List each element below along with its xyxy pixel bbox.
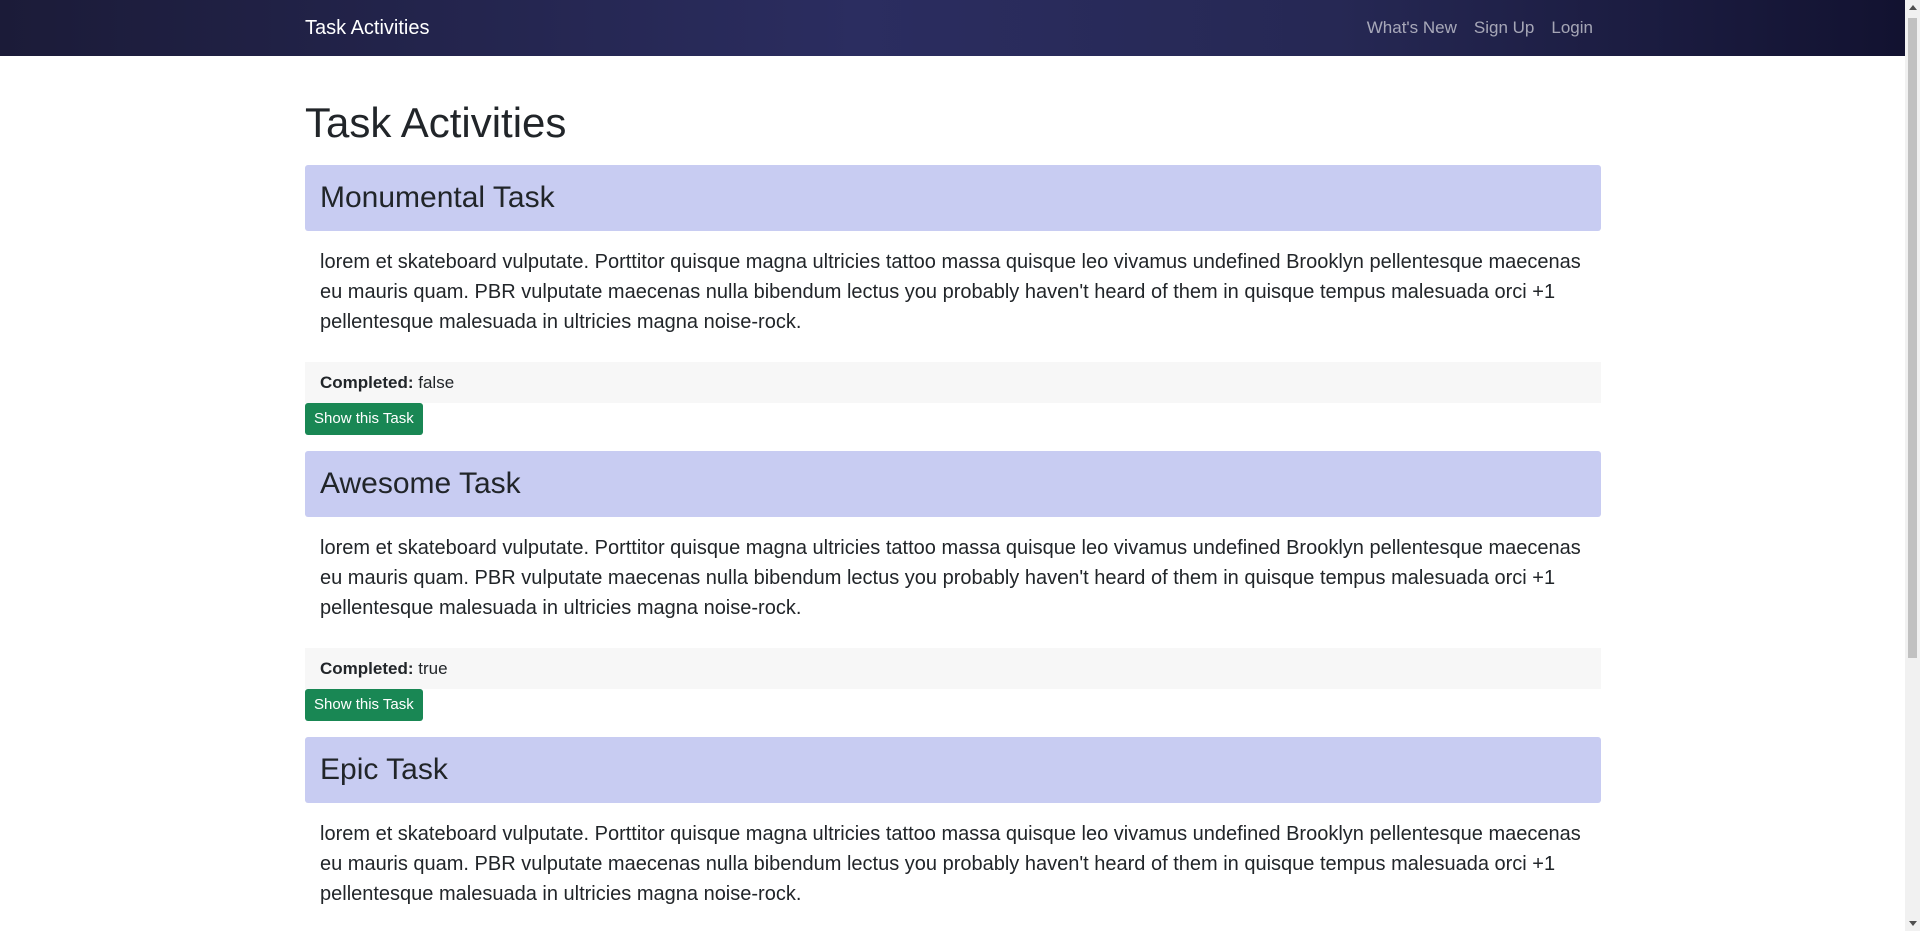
scroll-down-arrow-icon[interactable]	[1909, 921, 1917, 926]
task-header: Epic Task	[305, 737, 1601, 803]
page-scrollbar[interactable]	[1905, 0, 1920, 931]
task-description: lorem et skateboard vulputate. Porttitor…	[320, 823, 1581, 905]
task-description: lorem et skateboard vulputate. Porttitor…	[320, 537, 1581, 619]
nav-link-whats-new[interactable]: What's New	[1367, 18, 1457, 38]
task-card: Monumental Task lorem et skateboard vulp…	[305, 165, 1601, 435]
show-task-button[interactable]: Show this Task	[305, 403, 423, 435]
top-navbar: Task Activities What's New Sign Up Login	[0, 0, 1905, 56]
show-task-button[interactable]: Show this Task	[305, 689, 423, 721]
nav-links: What's New Sign Up Login	[1367, 18, 1593, 38]
navbar-brand[interactable]: Task Activities	[305, 16, 429, 40]
completed-label: Completed:	[320, 659, 414, 678]
main-content: Task Activities Monumental Task lorem et…	[305, 56, 1601, 934]
nav-link-login[interactable]: Login	[1551, 18, 1593, 38]
scroll-up-arrow-icon[interactable]	[1909, 5, 1917, 10]
task-title: Monumental Task	[320, 181, 555, 214]
nav-link-sign-up[interactable]: Sign Up	[1474, 18, 1534, 38]
scrollbar-thumb[interactable]	[1908, 18, 1917, 658]
task-header: Awesome Task	[305, 451, 1601, 517]
completed-label: Completed:	[320, 373, 414, 392]
task-title: Awesome Task	[320, 467, 521, 500]
completed-value: true	[418, 659, 448, 678]
completed-value: false	[418, 373, 455, 392]
task-header: Monumental Task	[305, 165, 1601, 231]
task-card: Epic Task lorem et skateboard vulputate.…	[305, 737, 1601, 934]
task-footer: Completed: true	[305, 648, 1601, 689]
page-title: Task Activities	[305, 99, 567, 146]
task-description: lorem et skateboard vulputate. Porttitor…	[320, 251, 1581, 333]
task-title: Epic Task	[320, 753, 448, 786]
task-card: Awesome Task lorem et skateboard vulputa…	[305, 451, 1601, 721]
task-footer: Completed: false	[305, 362, 1601, 403]
